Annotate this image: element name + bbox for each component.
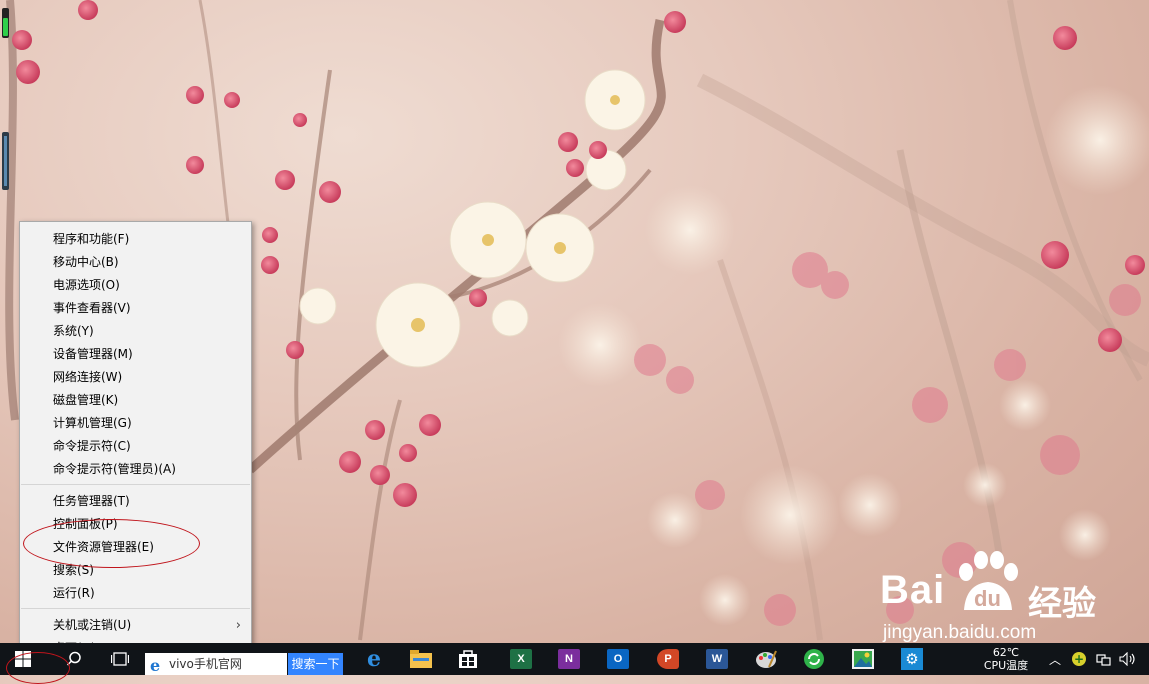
baidu-jingyan-watermark: Bai du 经验 jingyan.baidu.com (880, 550, 1140, 645)
menu-item-device-manager[interactable]: 设备管理器(M) (20, 343, 251, 366)
taskbar-app-onenote[interactable]: N (553, 643, 585, 675)
taskbar-app-excel[interactable]: X (505, 643, 537, 675)
cpu-temperature-value: 62℃ (992, 646, 1020, 659)
refresh-icon (804, 649, 824, 669)
cpu-temperature-widget[interactable]: 62℃ CPU温度 (975, 646, 1037, 672)
ie-icon: e (150, 656, 161, 675)
tray-network-button[interactable] (1094, 643, 1114, 675)
taskbar-app-sync[interactable] (798, 643, 830, 675)
taskbar-app-outlook[interactable]: O (602, 643, 634, 675)
menu-item-network-connections[interactable]: 网络连接(W) (20, 366, 251, 389)
taskbar-app-edge[interactable]: e (359, 643, 389, 675)
menu-item-disk-management[interactable]: 磁盘管理(K) (20, 389, 251, 412)
security-plus-icon: + (1072, 652, 1086, 666)
edge-battery-widget (2, 8, 9, 38)
taskbar-app-paint[interactable] (751, 643, 781, 675)
edge-icon: e (367, 646, 381, 672)
file-explorer-icon (410, 650, 432, 668)
outlook-icon: O (607, 649, 629, 669)
word-icon: W (706, 649, 728, 669)
paint-icon (756, 650, 777, 668)
tray-app-icon[interactable]: + (1068, 643, 1090, 675)
chevron-right-icon: › (235, 618, 241, 633)
menu-item-computer-management[interactable]: 计算机管理(G) (20, 412, 251, 435)
menu-item-mobility-center[interactable]: 移动中心(B) (20, 251, 251, 274)
menu-item-command-prompt-admin[interactable]: 命令提示符(管理员)(A) (20, 458, 251, 481)
task-view-icon (111, 652, 129, 666)
settings-icon: ⚙ (901, 648, 923, 670)
menu-item-run[interactable]: 运行(R) (20, 582, 251, 605)
winx-context-menu: 程序和功能(F) 移动中心(B) 电源选项(O) 事件查看器(V) 系统(Y) … (19, 221, 252, 659)
menu-item-system[interactable]: 系统(Y) (20, 320, 251, 343)
taskbar-app-powerpoint[interactable]: P (652, 643, 684, 675)
watermark-url: jingyan.baidu.com (883, 622, 1037, 643)
menu-item-task-manager[interactable]: 任务管理器(T) (20, 490, 251, 513)
menu-item-event-viewer[interactable]: 事件查看器(V) (20, 297, 251, 320)
cpu-temperature-label: CPU温度 (983, 659, 1029, 672)
powerpoint-icon: P (657, 649, 679, 669)
menu-item-shutdown-signout[interactable]: 关机或注销(U) › (20, 614, 251, 637)
taskbar-app-settings[interactable]: ⚙ (898, 643, 926, 675)
store-icon (459, 650, 477, 668)
edge-scroll-widget[interactable] (2, 132, 9, 190)
taskbar-web-search-input[interactable]: e vivo手机官网 (145, 653, 287, 675)
watermark-logo-du: du (974, 586, 1001, 611)
menu-separator (21, 608, 250, 609)
menu-separator (21, 484, 250, 485)
task-view-button[interactable] (104, 643, 136, 675)
taskbar-app-word[interactable]: W (701, 643, 733, 675)
annotation-ellipse-file-explorer (23, 519, 200, 568)
network-icon (1096, 654, 1111, 666)
watermark-logo-bai: Bai (880, 568, 946, 612)
search-query-text: vivo手机官网 (169, 657, 242, 671)
tray-overflow-button[interactable]: ︿ (1046, 643, 1064, 675)
menu-item-programs-features[interactable]: 程序和功能(F) (20, 228, 251, 251)
search-submit-button[interactable]: 搜索一下 (288, 653, 343, 675)
excel-icon: X (510, 649, 532, 669)
taskbar-app-photos[interactable] (847, 643, 879, 675)
taskbar-app-store[interactable] (452, 643, 484, 675)
onenote-icon: N (558, 649, 580, 669)
taskbar-app-file-explorer[interactable] (405, 643, 437, 675)
annotation-ellipse-start (6, 652, 70, 684)
menu-item-power-options[interactable]: 电源选项(O) (20, 274, 251, 297)
menu-item-shutdown-label: 关机或注销(U) (53, 618, 132, 632)
watermark-jingyan-text: 经验 (1028, 584, 1096, 624)
photos-icon (852, 649, 874, 669)
chevron-up-icon: ︿ (1048, 652, 1061, 667)
menu-item-command-prompt[interactable]: 命令提示符(C) (20, 435, 251, 458)
tray-volume-button[interactable] (1117, 643, 1139, 675)
volume-icon (1119, 652, 1135, 666)
